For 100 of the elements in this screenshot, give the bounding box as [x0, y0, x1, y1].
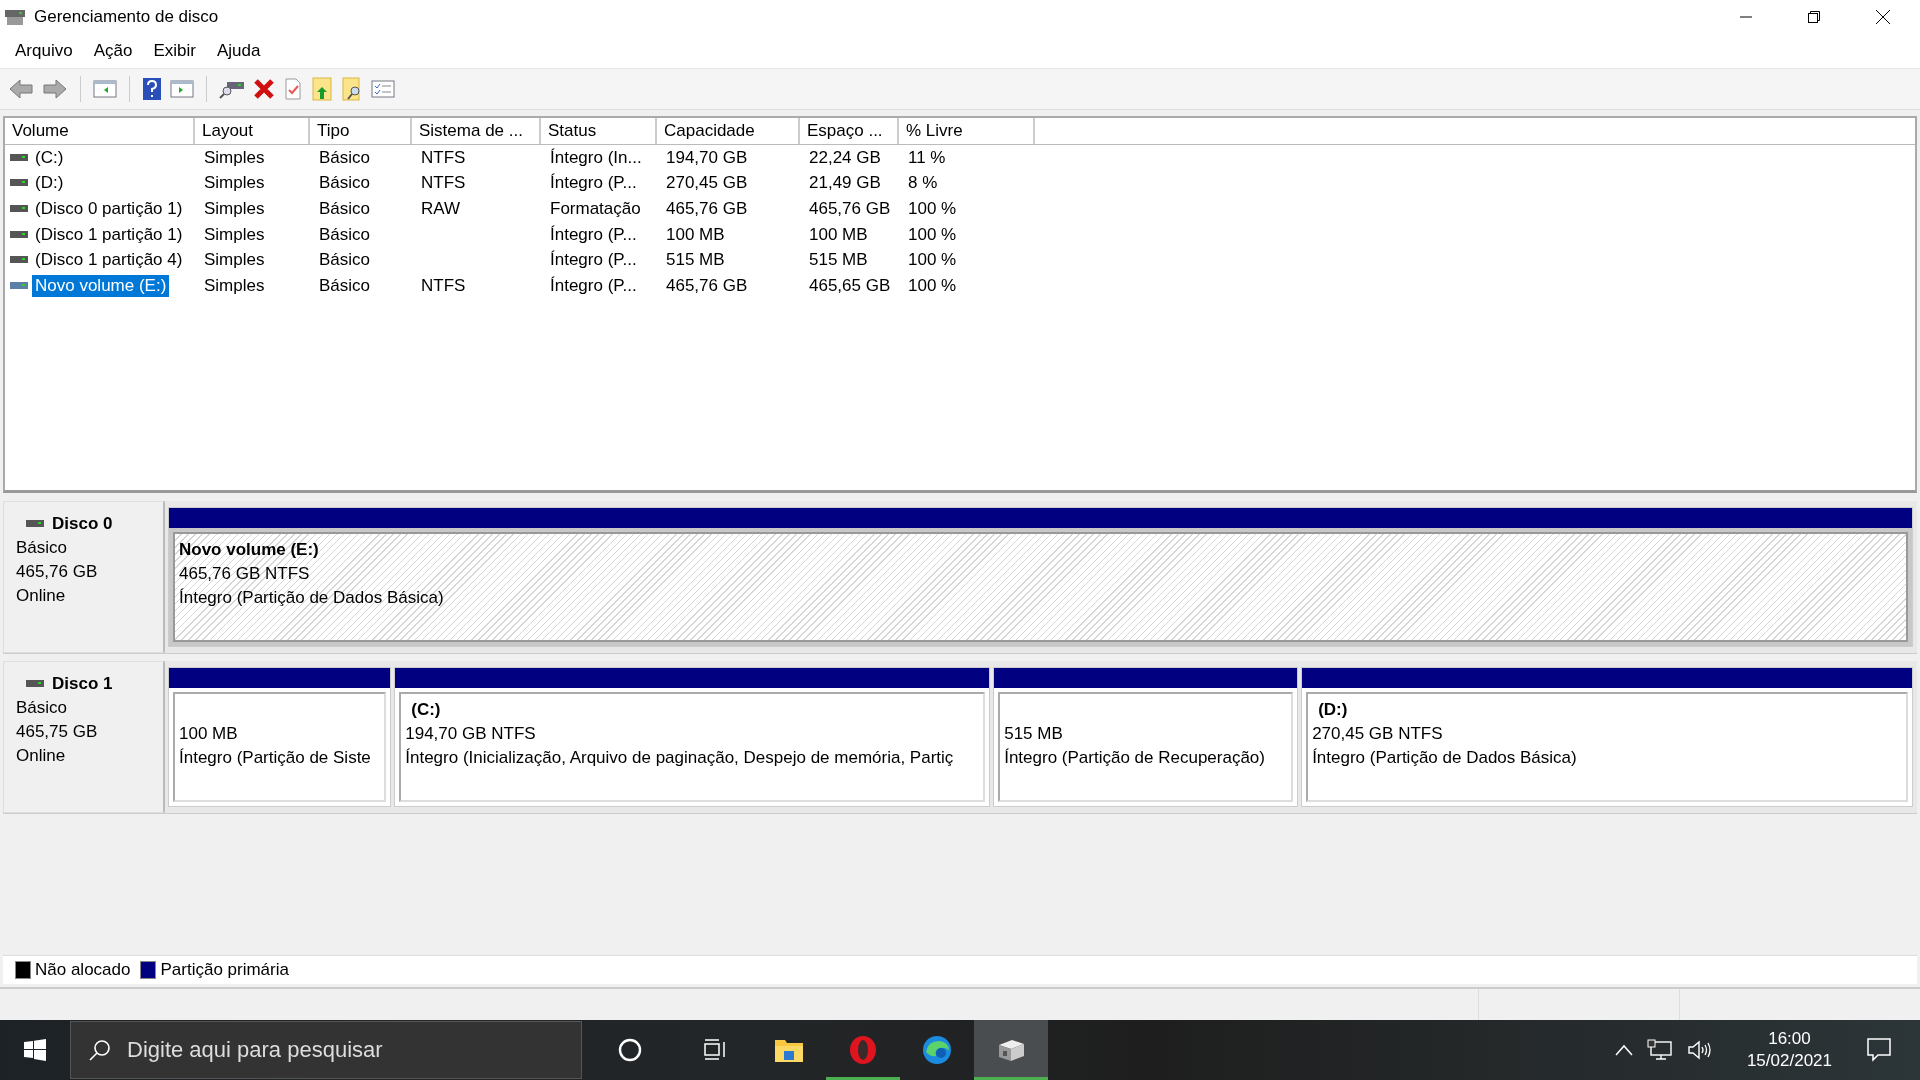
partition-block[interactable]: (D:) 270,45 GB NTFS Íntegro (Partição de Dados Básica): [1301, 667, 1913, 807]
table-cell: Íntegro (P...: [550, 275, 637, 296]
partition-status: Íntegro (Partição de Siste: [179, 747, 371, 769]
drive-label[interactable]: (D:): [32, 172, 67, 195]
table-cell: 100 %: [908, 250, 957, 271]
delete-icon[interactable]: [253, 78, 275, 100]
app-icon: [4, 8, 26, 26]
table-cell: 465,76 GB: [666, 199, 748, 219]
windows-start-icon[interactable]: [24, 1039, 46, 1061]
folder-search-icon[interactable]: [341, 77, 363, 101]
chevron-up-icon[interactable]: [1614, 1044, 1633, 1056]
partition-label: (D:): [1318, 700, 1348, 719]
table-cell: NTFS: [421, 147, 466, 168]
table-cell: Básico: [319, 147, 371, 168]
disk-size: 465,76 GB: [16, 561, 99, 583]
table-cell: NTFS: [421, 173, 466, 194]
menu-item[interactable]: Ajuda: [207, 41, 273, 61]
partition-block[interactable]: 515 MB Íntegro (Partição de Recuperação): [993, 667, 1299, 807]
table-cell: Simples: [204, 250, 265, 271]
disk-info-panel[interactable]: Disco 1 Básico 465,75 GB Online: [3, 661, 165, 813]
drive-label[interactable]: (Disco 1 partição 1): [32, 223, 186, 246]
table-cell: RAW: [421, 199, 461, 219]
table-cell: Básico: [319, 224, 371, 245]
drive-icon: [10, 151, 28, 164]
panel-right-icon[interactable]: [170, 79, 194, 99]
table-cell: Básico: [319, 275, 371, 296]
table-cell: 11 %: [908, 147, 946, 168]
panel-left-icon[interactable]: [93, 79, 117, 99]
table-cell: Íntegro (In...: [550, 147, 642, 168]
partition-status: Íntegro (Partição de Dados Básica): [1312, 747, 1577, 769]
partition-size: 515 MB: [1004, 723, 1063, 745]
back-arrow-icon[interactable]: [8, 78, 34, 100]
help-icon[interactable]: [142, 77, 162, 101]
legend-label: Não alocado: [35, 960, 131, 980]
partition-size: 100 MB: [179, 723, 238, 745]
clock-time[interactable]: 16:00: [1768, 1028, 1811, 1050]
cortana-circle-icon[interactable]: [618, 1038, 642, 1062]
edge-swirl-icon: [922, 1035, 952, 1065]
search-field[interactable]: Digite aqui para pesquisar: [70, 1021, 582, 1079]
search-icon: [88, 1038, 112, 1062]
table-cell: Íntegro (P...: [550, 250, 637, 271]
partition-label: Novo volume (E:): [179, 540, 319, 559]
partition-block[interactable]: Novo volume (E:) 465,76 GB NTFS Íntegro (Partição de Dados Básica): [168, 507, 1913, 647]
disk-name: Disco 0: [52, 513, 113, 535]
disk-type: Básico: [16, 537, 69, 559]
folder-up-icon[interactable]: [311, 77, 333, 101]
drive-icon: [10, 228, 28, 241]
drive-label[interactable]: Novo volume (E:): [32, 274, 170, 297]
table-cell: 194,70 GB: [666, 147, 748, 168]
menu-item[interactable]: Ação: [84, 41, 145, 61]
checklist-icon[interactable]: [371, 79, 395, 99]
disk-status: Online: [16, 585, 67, 607]
partition-block[interactable]: 100 MB Íntegro (Partição de Siste: [168, 667, 392, 807]
table-cell: 100 %: [908, 275, 957, 296]
partition-status: Íntegro (Partição de Dados Básica): [179, 587, 444, 609]
table-cell: 8 %: [908, 173, 938, 194]
table-cell: Simples: [204, 275, 265, 296]
table-cell: 100 MB: [809, 224, 868, 245]
table-cell: 465,76 GB: [666, 275, 748, 296]
network-monitor-icon[interactable]: [1646, 1039, 1673, 1061]
table-cell: Simples: [204, 199, 265, 219]
table-cell: Simples: [204, 224, 265, 245]
table-cell: 100 %: [908, 224, 957, 245]
restore-icon[interactable]: [1808, 11, 1820, 23]
taskbar-app-button[interactable]: [974, 1020, 1048, 1080]
partition-status: Íntegro (Partição de Recuperação): [1004, 747, 1265, 769]
table-cell: 465,76 GB: [809, 199, 891, 219]
table-cell: 100 MB: [666, 224, 725, 245]
disk-type: Básico: [16, 697, 69, 719]
table-cell: Simples: [204, 173, 265, 194]
partition-size: 270,45 GB NTFS: [1312, 723, 1443, 745]
drive-label[interactable]: (Disco 0 partição 1): [32, 198, 186, 220]
table-cell: 515 MB: [809, 250, 868, 271]
table-cell: Básico: [319, 250, 371, 271]
folder-icon: [774, 1037, 804, 1063]
notification-icon[interactable]: [1866, 1037, 1892, 1063]
disk-info-panel[interactable]: Disco 0 Básico 465,76 GB Online: [3, 501, 165, 653]
menu-item[interactable]: Arquivo: [6, 41, 85, 61]
legend-label: Partição primária: [160, 960, 289, 980]
table-cell: 22,24 GB: [809, 147, 881, 168]
forward-arrow-icon[interactable]: [42, 78, 68, 100]
clock-date[interactable]: 15/02/2021: [1746, 1050, 1832, 1072]
drive-label[interactable]: (C:): [32, 146, 67, 169]
document-check-icon[interactable]: [283, 78, 303, 100]
partition-block[interactable]: (C:) 194,70 GB NTFS Íntegro (Inicialização, Arquivo de paginação, Despejo de memória, Partiç: [394, 667, 991, 807]
table-cell: Formatação: [550, 199, 641, 219]
table-cell: Simples: [204, 147, 265, 168]
task-view-icon[interactable]: [702, 1038, 728, 1062]
disk-name: Disco 1: [52, 673, 113, 695]
opera-o-icon: [848, 1035, 878, 1065]
drive-label[interactable]: (Disco 1 partição 4): [32, 249, 186, 272]
close-icon[interactable]: [1876, 10, 1890, 24]
table-cell: Íntegro (P...: [550, 224, 637, 245]
speaker-icon[interactable]: [1686, 1039, 1713, 1061]
menu-item[interactable]: Exibir: [144, 41, 208, 61]
table-cell: NTFS: [421, 275, 466, 296]
disk-drive-icon: [996, 1037, 1026, 1063]
table-cell: 465,65 GB: [809, 275, 891, 296]
table-cell: 515 MB: [666, 250, 725, 271]
table-cell: Básico: [319, 199, 371, 219]
